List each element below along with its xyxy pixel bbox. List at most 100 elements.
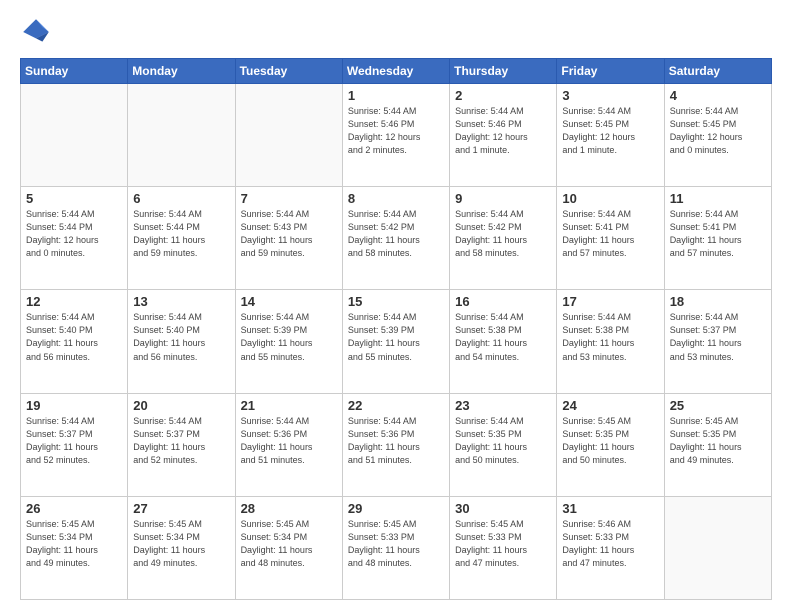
day-info: Sunrise: 5:45 AM Sunset: 5:34 PM Dayligh… (241, 518, 337, 570)
day-number: 2 (455, 88, 551, 103)
day-number: 7 (241, 191, 337, 206)
day-number: 10 (562, 191, 658, 206)
day-info: Sunrise: 5:44 AM Sunset: 5:37 PM Dayligh… (133, 415, 229, 467)
calendar-week-row: 26 Sunrise: 5:45 AM Sunset: 5:34 PM Dayli… (21, 496, 772, 599)
calendar-header-saturday: Saturday (664, 59, 771, 84)
calendar-cell: 13Sunrise: 5:44 AM Sunset: 5:40 PM Dayli… (128, 290, 235, 393)
day-info: Sunrise: 5:44 AM Sunset: 5:46 PM Dayligh… (348, 105, 444, 157)
calendar-cell: 15 Sunrise: 5:44 AM Sunset: 5:39 PM Dayli… (342, 290, 449, 393)
calendar-cell: 2 Sunrise: 5:44 AM Sunset: 5:46 PM Daylig… (450, 84, 557, 187)
calendar-cell: 31 Sunrise: 5:46 AM Sunset: 5:33 PM Dayli… (557, 496, 664, 599)
calendar-header-row: SundayMondayTuesdayWednesdayThursdayFrid… (21, 59, 772, 84)
day-info: Sunrise: 5:45 AM Sunset: 5:34 PM Dayligh… (26, 518, 122, 570)
day-info: Sunrise: 5:45 AM Sunset: 5:35 PM Dayligh… (670, 415, 766, 467)
calendar-cell (664, 496, 771, 599)
calendar-cell: 7 Sunrise: 5:44 AM Sunset: 5:43 PM Daylig… (235, 187, 342, 290)
day-info: Sunrise: 5:44 AM Sunset: 5:36 PM Dayligh… (348, 415, 444, 467)
calendar-cell: 4 Sunrise: 5:44 AM Sunset: 5:45 PM Daylig… (664, 84, 771, 187)
day-number: 26 (26, 501, 122, 516)
day-number: 11 (670, 191, 766, 206)
calendar-cell: 3 Sunrise: 5:44 AM Sunset: 5:45 PM Daylig… (557, 84, 664, 187)
day-number: 15 (348, 294, 444, 309)
day-number: 16 (455, 294, 551, 309)
day-number: 12 (26, 294, 122, 309)
day-number: 14 (241, 294, 337, 309)
calendar-cell: 26 Sunrise: 5:45 AM Sunset: 5:34 PM Dayli… (21, 496, 128, 599)
calendar-header-tuesday: Tuesday (235, 59, 342, 84)
calendar-cell: 27 Sunrise: 5:45 AM Sunset: 5:34 PM Dayli… (128, 496, 235, 599)
calendar-cell: 23Sunrise: 5:44 AM Sunset: 5:35 PM Dayli… (450, 393, 557, 496)
logo (20, 16, 56, 48)
header (20, 16, 772, 48)
day-info: Sunrise: 5:44 AM Sunset: 5:35 PM Dayligh… (455, 415, 551, 467)
day-info: Sunrise: 5:44 AM Sunset: 5:38 PM Dayligh… (562, 311, 658, 363)
page: SundayMondayTuesdayWednesdayThursdayFrid… (0, 0, 792, 612)
calendar-cell: 29Sunrise: 5:45 AM Sunset: 5:33 PM Dayli… (342, 496, 449, 599)
day-number: 22 (348, 398, 444, 413)
calendar-header-sunday: Sunday (21, 59, 128, 84)
day-number: 17 (562, 294, 658, 309)
day-number: 9 (455, 191, 551, 206)
calendar-cell: 18 Sunrise: 5:44 AM Sunset: 5:37 PM Dayli… (664, 290, 771, 393)
day-info: Sunrise: 5:44 AM Sunset: 5:39 PM Dayligh… (241, 311, 337, 363)
day-number: 5 (26, 191, 122, 206)
calendar-cell: 14 Sunrise: 5:44 AM Sunset: 5:39 PM Dayli… (235, 290, 342, 393)
calendar-cell: 8Sunrise: 5:44 AM Sunset: 5:42 PM Daylig… (342, 187, 449, 290)
calendar-week-row: 19Sunrise: 5:44 AM Sunset: 5:37 PM Dayli… (21, 393, 772, 496)
day-info: Sunrise: 5:44 AM Sunset: 5:42 PM Dayligh… (455, 208, 551, 260)
day-info: Sunrise: 5:44 AM Sunset: 5:39 PM Dayligh… (348, 311, 444, 363)
day-info: Sunrise: 5:45 AM Sunset: 5:34 PM Dayligh… (133, 518, 229, 570)
day-info: Sunrise: 5:44 AM Sunset: 5:40 PM Dayligh… (26, 311, 122, 363)
calendar-cell: 17 Sunrise: 5:44 AM Sunset: 5:38 PM Dayli… (557, 290, 664, 393)
day-info: Sunrise: 5:46 AM Sunset: 5:33 PM Dayligh… (562, 518, 658, 570)
day-number: 27 (133, 501, 229, 516)
calendar-header-friday: Friday (557, 59, 664, 84)
calendar-cell: 20 Sunrise: 5:44 AM Sunset: 5:37 PM Dayli… (128, 393, 235, 496)
day-number: 4 (670, 88, 766, 103)
day-info: Sunrise: 5:44 AM Sunset: 5:44 PM Dayligh… (133, 208, 229, 260)
day-info: Sunrise: 5:44 AM Sunset: 5:46 PM Dayligh… (455, 105, 551, 157)
day-number: 20 (133, 398, 229, 413)
day-info: Sunrise: 5:45 AM Sunset: 5:33 PM Dayligh… (455, 518, 551, 570)
calendar-cell: 12 Sunrise: 5:44 AM Sunset: 5:40 PM Dayli… (21, 290, 128, 393)
day-info: Sunrise: 5:44 AM Sunset: 5:42 PM Dayligh… (348, 208, 444, 260)
calendar-cell: 24 Sunrise: 5:45 AM Sunset: 5:35 PM Dayli… (557, 393, 664, 496)
calendar-cell: 28Sunrise: 5:45 AM Sunset: 5:34 PM Dayli… (235, 496, 342, 599)
day-info: Sunrise: 5:44 AM Sunset: 5:37 PM Dayligh… (670, 311, 766, 363)
calendar-week-row: 5 Sunrise: 5:44 AM Sunset: 5:44 PM Daylig… (21, 187, 772, 290)
day-number: 25 (670, 398, 766, 413)
calendar-cell (235, 84, 342, 187)
calendar-cell: 11Sunrise: 5:44 AM Sunset: 5:41 PM Dayli… (664, 187, 771, 290)
day-number: 31 (562, 501, 658, 516)
calendar-cell: 5 Sunrise: 5:44 AM Sunset: 5:44 PM Daylig… (21, 187, 128, 290)
day-info: Sunrise: 5:44 AM Sunset: 5:37 PM Dayligh… (26, 415, 122, 467)
day-info: Sunrise: 5:44 AM Sunset: 5:41 PM Dayligh… (562, 208, 658, 260)
calendar-week-row: 1Sunrise: 5:44 AM Sunset: 5:46 PM Daylig… (21, 84, 772, 187)
day-info: Sunrise: 5:44 AM Sunset: 5:45 PM Dayligh… (670, 105, 766, 157)
calendar-cell: 19Sunrise: 5:44 AM Sunset: 5:37 PM Dayli… (21, 393, 128, 496)
calendar-header-wednesday: Wednesday (342, 59, 449, 84)
calendar-cell: 9 Sunrise: 5:44 AM Sunset: 5:42 PM Daylig… (450, 187, 557, 290)
day-number: 29 (348, 501, 444, 516)
calendar-cell: 22 Sunrise: 5:44 AM Sunset: 5:36 PM Dayli… (342, 393, 449, 496)
calendar-cell (128, 84, 235, 187)
calendar-cell: 10 Sunrise: 5:44 AM Sunset: 5:41 PM Dayli… (557, 187, 664, 290)
day-number: 18 (670, 294, 766, 309)
day-info: Sunrise: 5:44 AM Sunset: 5:43 PM Dayligh… (241, 208, 337, 260)
day-info: Sunrise: 5:44 AM Sunset: 5:36 PM Dayligh… (241, 415, 337, 467)
day-info: Sunrise: 5:44 AM Sunset: 5:38 PM Dayligh… (455, 311, 551, 363)
calendar-cell: 25 Sunrise: 5:45 AM Sunset: 5:35 PM Dayli… (664, 393, 771, 496)
calendar-header-monday: Monday (128, 59, 235, 84)
day-number: 6 (133, 191, 229, 206)
calendar-week-row: 12 Sunrise: 5:44 AM Sunset: 5:40 PM Dayli… (21, 290, 772, 393)
day-number: 3 (562, 88, 658, 103)
day-info: Sunrise: 5:44 AM Sunset: 5:44 PM Dayligh… (26, 208, 122, 260)
day-number: 24 (562, 398, 658, 413)
calendar-cell: 30Sunrise: 5:45 AM Sunset: 5:33 PM Dayli… (450, 496, 557, 599)
calendar-header-thursday: Thursday (450, 59, 557, 84)
logo-icon (20, 16, 52, 48)
calendar-cell: 21Sunrise: 5:44 AM Sunset: 5:36 PM Dayli… (235, 393, 342, 496)
day-info: Sunrise: 5:44 AM Sunset: 5:45 PM Dayligh… (562, 105, 658, 157)
day-number: 13 (133, 294, 229, 309)
day-info: Sunrise: 5:45 AM Sunset: 5:35 PM Dayligh… (562, 415, 658, 467)
